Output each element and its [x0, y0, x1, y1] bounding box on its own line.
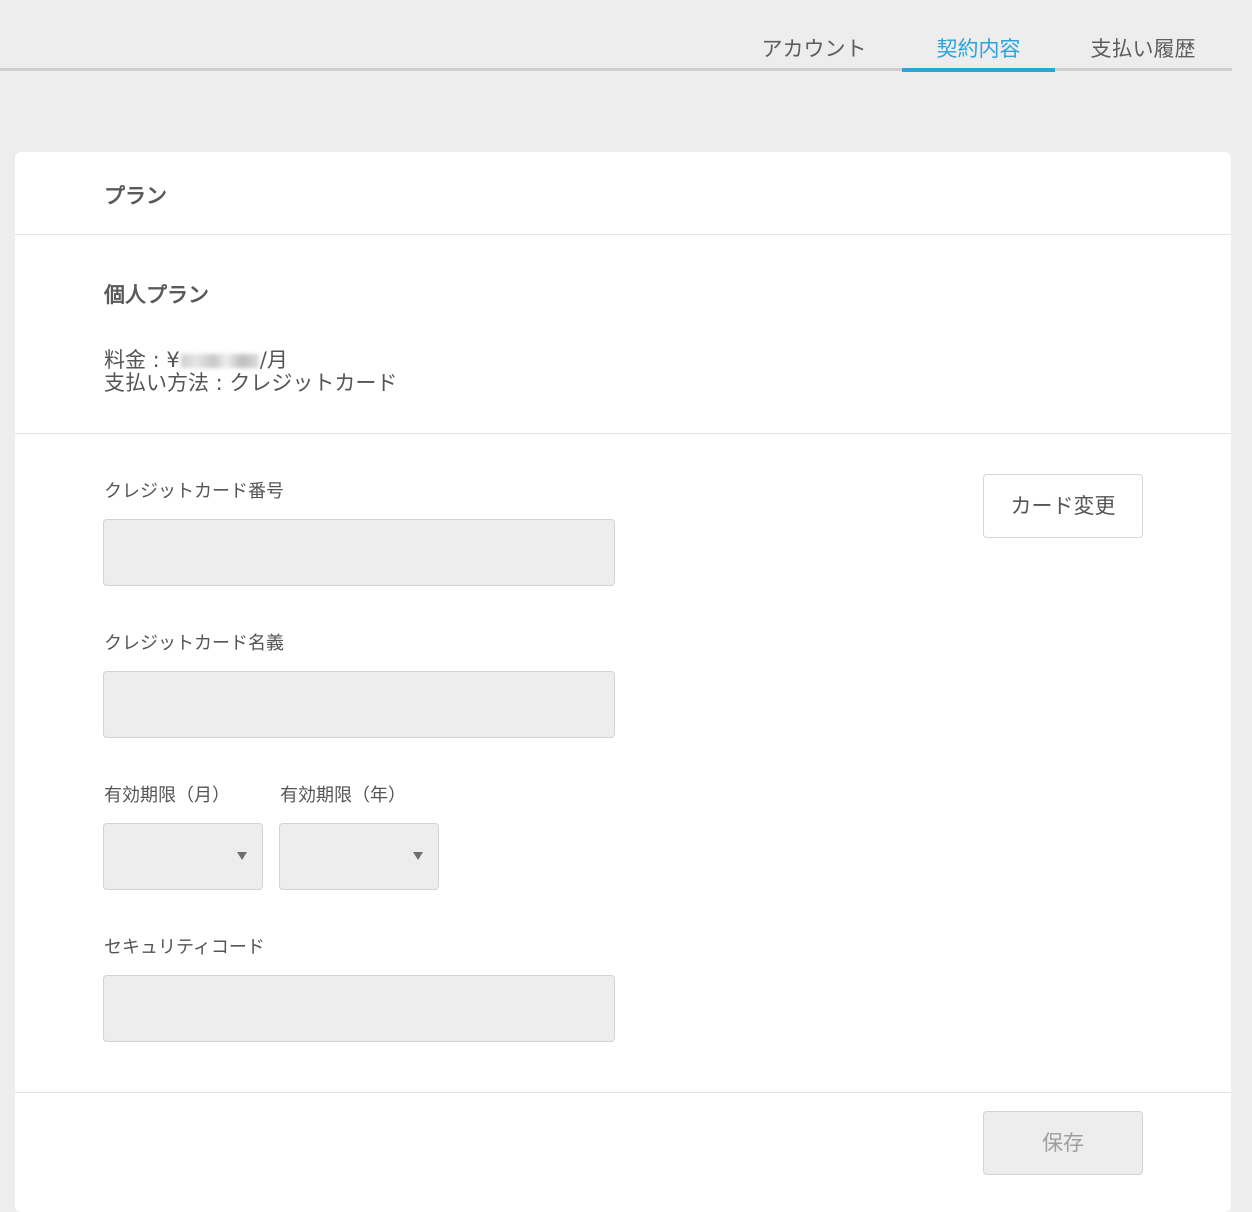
card-number-input[interactable]	[103, 519, 615, 586]
tab-contract[interactable]: 契約内容	[902, 28, 1055, 72]
divider	[15, 433, 1231, 434]
contract-card: プラン 個人プラン 料金 : ¥ /月 支払い方法 : クレジットカード クレジッ…	[15, 152, 1231, 1212]
change-card-button[interactable]: カード変更	[983, 474, 1143, 538]
expiry-year-select[interactable]	[279, 823, 439, 890]
expiry-year-label: 有効期限（年）	[280, 785, 406, 806]
expiry-month-label: 有効期限（月）	[104, 785, 230, 806]
security-code-label: セキュリティコード	[104, 937, 265, 958]
plan-fee: 料金 : ¥ /月	[104, 348, 288, 372]
fee-label: 料金 : ¥	[104, 348, 180, 372]
plan-section-title: プラン	[104, 184, 167, 208]
redacted-fee-amount	[180, 354, 259, 368]
payment-method: 支払い方法 : クレジットカード	[104, 371, 398, 395]
expiry-month-select[interactable]	[103, 823, 263, 890]
tab-payment-history[interactable]: 支払い履歴	[1076, 28, 1210, 72]
fee-suffix: /月	[259, 348, 288, 372]
card-number-label: クレジットカード番号	[104, 481, 284, 502]
plan-name: 個人プラン	[104, 283, 209, 307]
card-name-input[interactable]	[103, 671, 615, 738]
chevron-down-icon	[413, 852, 423, 860]
divider	[15, 234, 1231, 235]
tab-account[interactable]: アカウント	[748, 28, 880, 72]
security-code-input[interactable]	[103, 975, 615, 1042]
divider	[15, 1092, 1231, 1093]
card-name-label: クレジットカード名義	[104, 633, 284, 654]
chevron-down-icon	[237, 852, 247, 860]
save-button[interactable]: 保存	[983, 1111, 1143, 1175]
